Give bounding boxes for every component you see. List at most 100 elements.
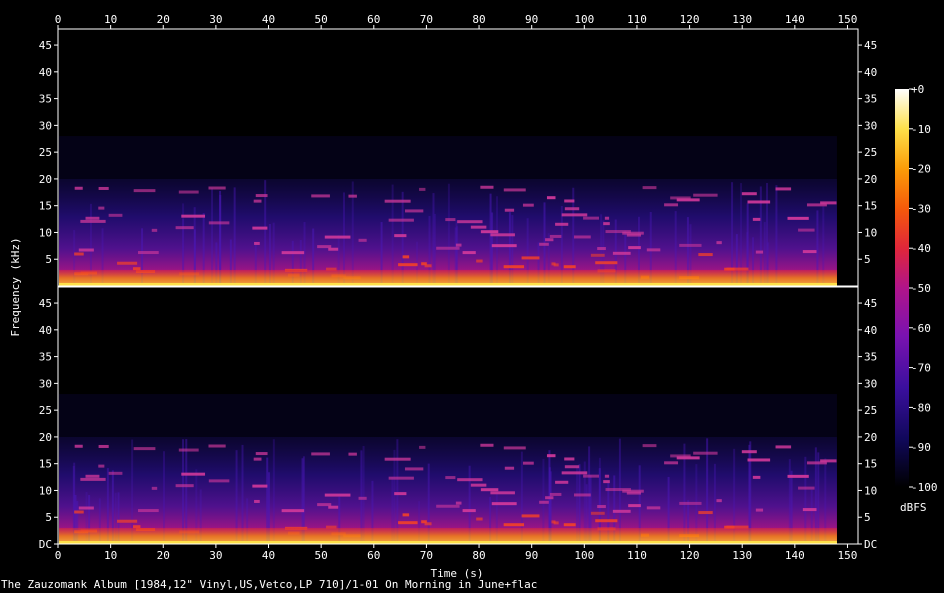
harmonic-mark <box>348 194 357 198</box>
y-axis-title: Frequency (kHz) <box>9 237 22 336</box>
upper-haze <box>59 394 837 437</box>
harmonic-mark <box>755 250 764 254</box>
colorbar-tick-label: -100 <box>911 481 938 494</box>
harmonic-mark <box>698 253 713 257</box>
harmonic-mark <box>358 238 367 242</box>
harmonic-mark <box>752 475 761 479</box>
time-tick-label: 140 <box>785 549 805 562</box>
spectrogram-chart: 5 5 10 10 15 15 20 20 25 25 30 30 35 35 40 40 45 45 DC DC 5 5… <box>9 13 938 580</box>
freq-tick-label: 40 <box>864 324 877 337</box>
freq-tick-label: 20 <box>39 431 52 444</box>
time-tick-label: 0 <box>55 13 62 26</box>
harmonic-mark <box>317 503 332 507</box>
harmonic-mark <box>480 488 499 492</box>
harmonic-mark <box>539 500 549 504</box>
colorbar-tick-label: -40 <box>911 242 931 255</box>
harmonic-mark <box>679 243 702 247</box>
harmonic-mark <box>324 493 351 497</box>
time-tick-label: 10 <box>104 549 117 562</box>
harmonic-mark <box>208 444 226 448</box>
harmonic-mark <box>787 216 809 220</box>
harmonic-mark <box>404 209 424 213</box>
harmonic-mark <box>642 186 657 190</box>
harmonic-mark <box>555 480 569 484</box>
harmonic-mark <box>626 233 641 237</box>
harmonic-mark <box>802 508 817 512</box>
harmonic-mark <box>604 474 610 478</box>
time-tick-label: 10 <box>104 13 117 26</box>
harmonic-mark <box>597 505 606 509</box>
freq-tick-label: 45 <box>864 297 877 310</box>
harmonic-mark <box>597 247 606 251</box>
freq-tick-label: 45 <box>864 39 877 52</box>
harmonic-mark <box>646 506 661 510</box>
harmonic-mark <box>504 466 515 470</box>
harmonic-mark <box>328 247 339 251</box>
harmonic-mark <box>133 447 156 451</box>
harmonic-mark <box>457 478 483 482</box>
harmonic-mark <box>555 222 569 226</box>
harmonic-mark <box>178 190 199 194</box>
time-tick-label: 120 <box>680 549 700 562</box>
harmonic-mark <box>564 457 575 461</box>
freq-tick-label: 35 <box>39 93 52 106</box>
harmonic-mark <box>605 230 631 234</box>
time-tick-label: 80 <box>472 13 485 26</box>
harmonic-mark <box>98 186 109 190</box>
freq-tick-label: 20 <box>39 173 52 186</box>
harmonic-mark <box>462 251 476 255</box>
harmonic-mark <box>78 506 94 510</box>
harmonic-mark <box>491 244 517 248</box>
harmonic-mark <box>402 513 410 517</box>
harmonic-mark <box>522 203 534 207</box>
harmonic-mark <box>521 256 540 260</box>
harmonic-mark <box>384 457 411 461</box>
harmonic-mark <box>539 242 549 246</box>
time-tick-label: 140 <box>785 13 805 26</box>
colorbar-tick-label: -10 <box>911 123 931 136</box>
time-tick-label: 80 <box>472 549 485 562</box>
freq-tick-label: 30 <box>864 119 877 132</box>
harmonic-mark <box>670 196 691 200</box>
harmonic-mark <box>138 509 159 513</box>
harmonic-mark <box>457 220 483 224</box>
harmonic-mark <box>642 444 657 448</box>
colorbar <box>895 89 909 487</box>
harmonic-mark <box>503 265 525 269</box>
harmonic-mark <box>74 444 83 448</box>
harmonic-mark <box>553 521 559 525</box>
harmonic-mark <box>384 199 411 203</box>
harmonic-mark <box>175 226 194 230</box>
harmonic-mark <box>255 194 268 198</box>
harmonic-mark <box>693 193 718 197</box>
harmonic-mark <box>612 251 631 255</box>
upper-haze <box>59 136 837 179</box>
harmonic-mark <box>402 255 410 259</box>
harmonic-mark <box>583 474 600 478</box>
harmonic-mark <box>521 514 540 518</box>
time-tick-label: 0 <box>55 549 62 562</box>
time-tick-label: 110 <box>627 13 647 26</box>
freq-tick-label: 25 <box>864 146 877 159</box>
harmonic-mark <box>491 502 517 506</box>
harmonic-mark <box>117 519 138 523</box>
harmonic-mark <box>133 189 156 193</box>
freq-tick-label: 10 <box>39 226 52 239</box>
freq-tick-label: 35 <box>864 351 877 364</box>
freq-tick-label: 25 <box>864 404 877 417</box>
harmonic-mark <box>628 504 641 508</box>
harmonic-mark <box>595 519 618 523</box>
harmonic-mark <box>798 486 815 490</box>
time-tick-label: 90 <box>525 13 538 26</box>
harmonic-mark <box>747 200 771 204</box>
harmonic-mark <box>549 492 562 496</box>
harmonic-mark <box>328 505 339 509</box>
freq-tick-label: 5 <box>864 253 871 266</box>
freq-tick-label: 30 <box>864 377 877 390</box>
harmonic-mark <box>455 501 462 505</box>
harmonic-mark <box>348 452 357 456</box>
file-caption: The Zauzomank Album [1984,12" Vinyl,US,V… <box>1 578 538 591</box>
harmonic-mark <box>151 486 158 490</box>
harmonic-mark <box>178 448 199 452</box>
time-tick-label: 70 <box>420 13 433 26</box>
